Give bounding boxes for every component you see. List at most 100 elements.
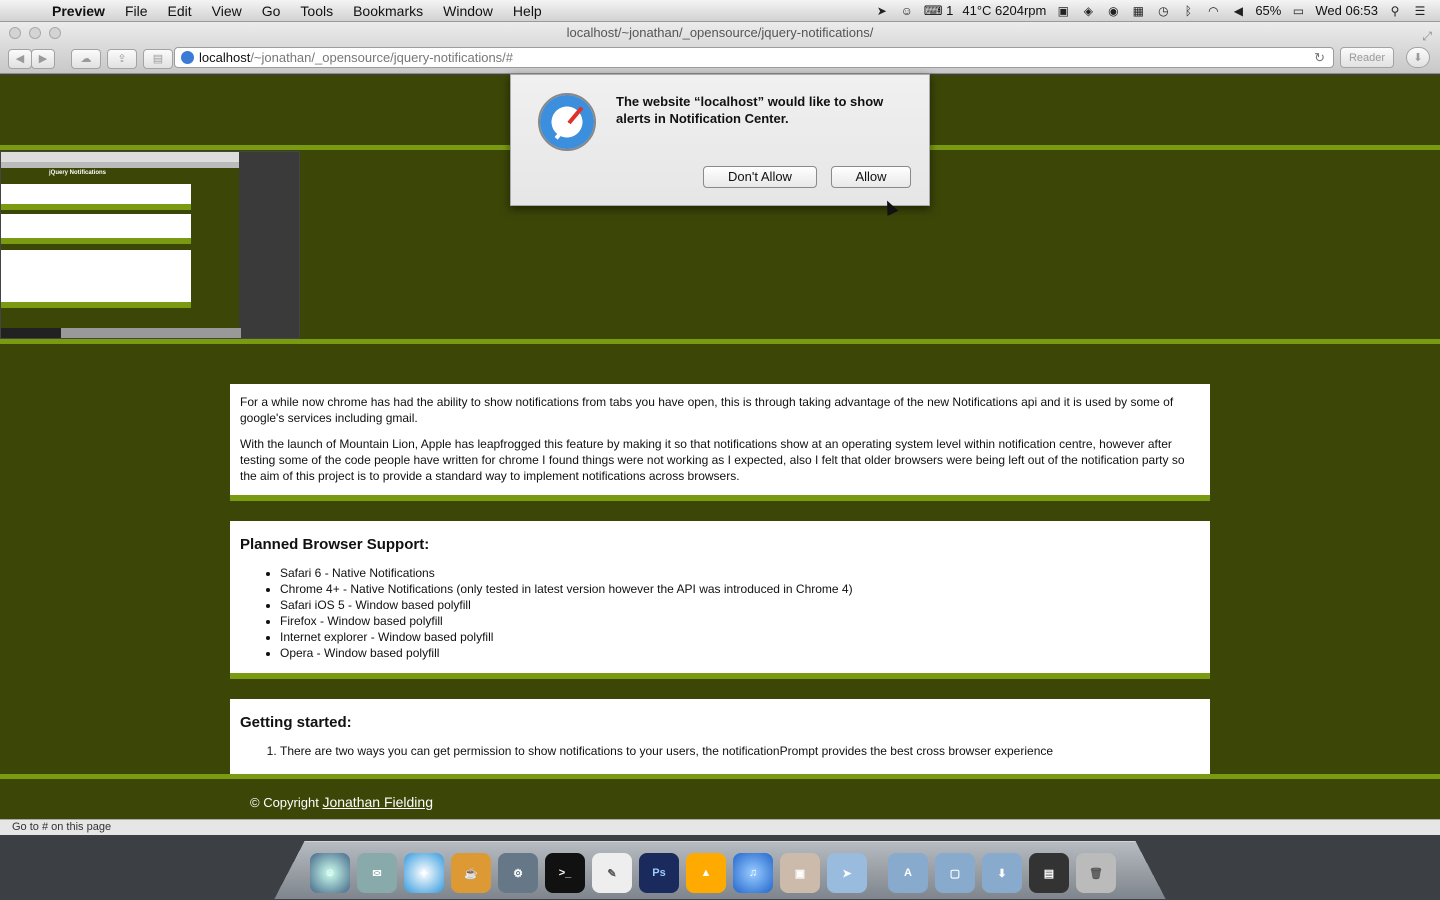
vlc-icon[interactable]: ▲ <box>686 853 726 893</box>
header-bottom-divider <box>0 339 1440 344</box>
browser-support-heading: Planned Browser Support: <box>240 536 430 553</box>
thumbnail-card <box>1 214 191 244</box>
thumbnail-sidebar <box>239 152 299 338</box>
icloud-tabs-button[interactable]: ☁ <box>71 48 101 69</box>
safari-icon[interactable]: ✧ <box>404 853 444 893</box>
applications-folder-icon[interactable]: A <box>888 853 928 893</box>
notification-center-icon[interactable]: ☰ <box>1412 4 1428 18</box>
reader-button[interactable]: Reader <box>1340 47 1394 68</box>
list-item: Safari iOS 5 - Window based polyfill <box>280 597 1200 613</box>
preview-icon[interactable]: ✉ <box>357 853 397 893</box>
list-item: Chrome 4+ - Native Notifications (only t… <box>280 581 1200 597</box>
tabs-icon: ▤ <box>152 53 164 65</box>
battery-icon[interactable]: ▭ <box>1290 4 1306 18</box>
thumbnail-page <box>1 168 239 328</box>
intro-paragraph-1: For a while now chrome has had the abili… <box>240 395 1174 425</box>
menu-help[interactable]: Help <box>503 3 552 19</box>
screenshot-stack-icon[interactable]: ▤ <box>1029 853 1069 893</box>
status-bar: Go to # on this page <box>0 819 1440 835</box>
downloads-folder-icon[interactable]: ⬇ <box>982 853 1022 893</box>
getting-started-heading: Getting started: <box>240 714 352 731</box>
copyright-text: © Copyright <box>250 795 319 810</box>
terminal-icon[interactable]: >_ <box>545 853 585 893</box>
author-link[interactable]: Jonathan Fielding <box>322 794 433 810</box>
url-path: /~jonathan/_opensource/jquery-notificati… <box>250 50 514 65</box>
url-host: localhost <box>199 50 251 65</box>
back-arrow-icon: ◀ <box>15 53 25 65</box>
menu-app[interactable]: Preview <box>42 3 115 19</box>
dialog-message: The website “localhost” would like to sh… <box>616 94 884 126</box>
cloud-icon: ☁ <box>80 53 92 65</box>
dont-allow-button[interactable]: Don't Allow <box>703 166 817 188</box>
window-title: localhost/~jonathan/_opensource/jquery-n… <box>566 25 874 40</box>
zoom-window-icon[interactable] <box>49 27 61 39</box>
clipboard-icon[interactable]: ▣ <box>1055 4 1071 18</box>
back-button[interactable]: ◀ <box>8 48 32 69</box>
thumbnail-title: jQuery Notifications <box>49 170 107 176</box>
finder-icon[interactable]: ☺ <box>310 853 350 893</box>
forward-arrow-icon: ▶ <box>38 53 48 65</box>
temp-fan-status[interactable]: 41°C 6204rpm <box>962 3 1046 18</box>
downloads-button[interactable]: ⬇ <box>1406 47 1430 68</box>
clock[interactable]: Wed 06:53 <box>1315 3 1378 18</box>
notification-permission-dialog: The website “localhost” would like to sh… <box>510 74 930 206</box>
share-button[interactable]: ⇪ <box>107 48 137 69</box>
keyboard-status-value: 1 <box>946 2 954 18</box>
bluetooth-icon[interactable]: ᛒ <box>1180 4 1196 18</box>
allow-button[interactable]: Allow <box>831 166 911 188</box>
photos-icon[interactable]: ▣ <box>780 853 820 893</box>
menu-tools[interactable]: Tools <box>290 3 343 19</box>
wifi-icon[interactable]: ◠ <box>1205 4 1221 18</box>
intro-card: For a while now chrome has had the abili… <box>230 384 1210 501</box>
minimize-window-icon[interactable] <box>29 27 41 39</box>
thumbnail-card <box>1 250 191 308</box>
reload-icon[interactable]: ↻ <box>1314 48 1325 67</box>
list-item: Opera - Window based polyfill <box>280 645 1200 661</box>
list-item: Internet explorer - Window based polyfil… <box>280 629 1200 645</box>
menu-bookmarks[interactable]: Bookmarks <box>343 3 433 19</box>
close-window-icon[interactable] <box>9 27 21 39</box>
time-machine-icon[interactable]: ◷ <box>1155 4 1171 18</box>
dock: ☺ ✉ ✧ ☕ ⚙ >_ ✎ Ps ▲ ♫ ▣ ➤ A ▢ ⬇ ▤ 🗑 <box>310 843 1150 893</box>
battery-status[interactable]: 65% <box>1255 3 1281 18</box>
window-controls <box>9 27 61 39</box>
show-all-tabs-button[interactable]: ▤ <box>143 48 173 69</box>
trash-icon[interactable]: 🗑 <box>1076 853 1116 893</box>
grid-icon[interactable]: ▦ <box>1130 4 1146 18</box>
list-item: Firefox - Window based polyfill <box>280 613 1200 629</box>
textedit-icon[interactable]: ✎ <box>592 853 632 893</box>
coffee-icon[interactable]: ☕ <box>451 853 491 893</box>
share-icon: ⇪ <box>117 53 127 65</box>
forward-button[interactable]: ▶ <box>31 48 55 69</box>
browser-support-card: Planned Browser Support: Safari 6 - Nati… <box>230 521 1210 679</box>
page-footer: © Copyright Jonathan Fielding <box>0 774 1440 819</box>
download-icon: ⬇ <box>1413 52 1423 64</box>
window-titlebar: localhost/~jonathan/_opensource/jquery-n… <box>0 22 1440 44</box>
menu-file[interactable]: File <box>115 3 158 19</box>
getting-started-list: There are two ways you can get permissio… <box>280 743 1200 759</box>
volume-icon[interactable]: ◀ <box>1230 4 1246 18</box>
screenshot-thumbnail: jQuery Notifications <box>0 151 300 339</box>
send-icon[interactable]: ➤ <box>827 853 867 893</box>
address-bar[interactable]: localhost/~jonathan/_opensource/jquery-n… <box>174 47 1334 68</box>
spotlight-search-icon[interactable]: ⚲ <box>1387 4 1403 18</box>
record-icon[interactable]: ◉ <box>1105 4 1121 18</box>
globe-icon <box>181 51 194 64</box>
system-preferences-icon[interactable]: ⚙ <box>498 853 538 893</box>
documents-folder-icon[interactable]: ▢ <box>935 853 975 893</box>
thumbnail-card <box>1 184 191 210</box>
menu-edit[interactable]: Edit <box>158 3 202 19</box>
cursor-status-icon[interactable]: ➤ <box>874 4 890 18</box>
list-item: Safari 6 - Native Notifications <box>280 565 1200 581</box>
menu-view[interactable]: View <box>202 3 252 19</box>
menu-window[interactable]: Window <box>433 3 503 19</box>
keyboard-status[interactable]: ⌨ 1 <box>924 3 954 19</box>
keyboard-icon: ⌨ <box>923 2 943 18</box>
thumbnail-dock <box>61 328 241 338</box>
safari-compass-icon <box>538 93 596 151</box>
skype-icon[interactable]: ☺ <box>899 4 915 18</box>
dropbox-icon[interactable]: ◈ <box>1080 4 1096 18</box>
menu-go[interactable]: Go <box>252 3 291 19</box>
itunes-icon[interactable]: ♫ <box>733 853 773 893</box>
photoshop-icon[interactable]: Ps <box>639 853 679 893</box>
